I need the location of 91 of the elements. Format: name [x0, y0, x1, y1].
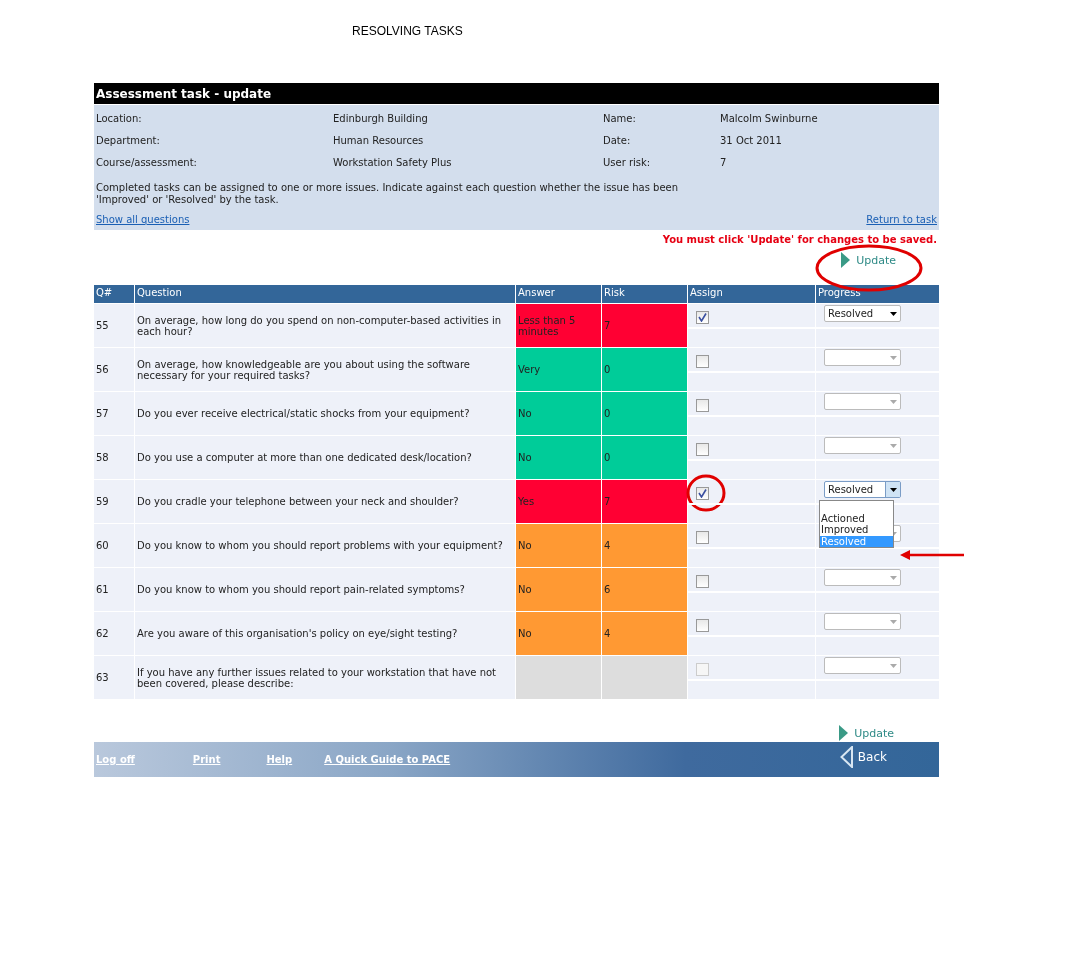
update-button[interactable]: Update — [841, 252, 896, 268]
question-text: Do you use a computer at more than one dedicated desk/location? — [135, 436, 515, 479]
progress-dropdown[interactable] — [824, 393, 901, 410]
progress-dropdown[interactable] — [824, 349, 901, 366]
question-text: On average, how knowledgeable are you about using the software necessary for your required tasks? — [135, 348, 515, 391]
caret-icon — [889, 619, 897, 624]
question-number: 57 — [94, 392, 134, 435]
risk-cell: 0 — [602, 392, 687, 435]
field-label: Name: — [603, 113, 636, 124]
checkbox[interactable] — [696, 399, 709, 412]
warning-text: You must click 'Update' for changes to be saved. — [662, 234, 937, 245]
caret-icon — [889, 311, 897, 316]
progress-dropdown[interactable] — [824, 613, 901, 630]
answer-cell: No — [516, 568, 601, 611]
column-header: Question — [135, 285, 515, 303]
answer-cell: Yes — [516, 480, 601, 523]
play-icon — [839, 725, 849, 741]
question-text: On average, how long do you spend on non-computer-based activities in each hour? — [135, 304, 515, 347]
return-to-task-link[interactable]: Return to task — [866, 214, 937, 225]
risk-cell: 7 — [602, 304, 687, 347]
dropdown-option[interactable]: Improved — [820, 524, 893, 536]
checkbox[interactable] — [696, 487, 709, 500]
question-number: 58 — [94, 436, 134, 479]
field-label: User risk: — [603, 157, 651, 168]
caret-icon — [889, 399, 897, 404]
checkbox[interactable] — [696, 575, 709, 588]
answer-cell: No — [516, 612, 601, 655]
caret-icon — [889, 355, 897, 360]
field-label: Course/assessment: — [96, 157, 197, 168]
question-number: 60 — [94, 524, 134, 567]
checkbox[interactable] — [696, 443, 709, 456]
field-label: Date: — [603, 135, 631, 146]
column-header: Q# — [94, 285, 134, 303]
answer-cell: No — [516, 392, 601, 435]
column-header: Assign — [688, 285, 815, 303]
play-icon — [841, 252, 851, 268]
question-number: 62 — [94, 612, 134, 655]
question-text: If you have any further issues related to your workstation that have not been covered, please describe: — [135, 656, 515, 699]
risk-cell: 4 — [602, 612, 687, 655]
question-text: Do you know to whom you should report problems with your equipment? — [135, 524, 515, 567]
question-text: Do you ever receive electrical/static shocks from your equipment? — [135, 392, 515, 435]
question-text: Are you aware of this organisation's policy on eye/sight testing? — [135, 612, 515, 655]
answer-cell: No — [516, 524, 601, 567]
slide-title: RESOLVING TASKS — [352, 24, 463, 38]
field-label: Location: — [96, 113, 142, 124]
field-value: Workstation Safety Plus — [333, 157, 452, 168]
caret-icon — [889, 575, 897, 580]
update-button[interactable]: Update — [839, 725, 894, 741]
checkbox[interactable] — [696, 619, 709, 632]
question-number: 56 — [94, 348, 134, 391]
back-arrow-icon — [839, 745, 854, 768]
caret-icon — [889, 487, 897, 492]
answer-cell: No — [516, 436, 601, 479]
panel-title: Assessment task - update — [94, 83, 939, 105]
field-value: 7 — [720, 157, 727, 168]
caret-icon — [889, 443, 897, 448]
footer-link[interactable]: A Quick Guide to PACE — [324, 754, 451, 765]
checkbox[interactable] — [696, 355, 709, 368]
risk-cell: 0 — [602, 348, 687, 391]
column-header: Progress — [816, 285, 939, 303]
question-number: 59 — [94, 480, 134, 523]
show-all-questions-link[interactable]: Show all questions — [96, 214, 190, 225]
progress-dropdown[interactable] — [824, 437, 901, 454]
progress-dropdown[interactable]: Resolved — [824, 305, 901, 322]
field-value: 31 Oct 2011 — [720, 135, 782, 146]
caret-icon — [889, 663, 897, 668]
risk-cell: 7 — [602, 480, 687, 523]
question-number: 61 — [94, 568, 134, 611]
back-button[interactable]: Back — [839, 745, 887, 768]
question-text: Do you know to whom you should report pain-related symptoms? — [135, 568, 515, 611]
risk-cell: 0 — [602, 436, 687, 479]
question-number: 55 — [94, 304, 134, 347]
column-header: Answer — [516, 285, 601, 303]
answer-cell: Very — [516, 348, 601, 391]
checkbox[interactable] — [696, 531, 709, 544]
question-number: 63 — [94, 656, 134, 699]
risk-cell: 4 — [602, 524, 687, 567]
checkbox[interactable] — [696, 311, 709, 324]
column-header: Risk — [602, 285, 687, 303]
field-value: Malcolm Swinburne — [720, 113, 818, 124]
dropdown-option[interactable]: Resolved — [820, 535, 893, 547]
instruction-text: Completed tasks can be assigned to one or more issues. Indicate against each question whether the issue has been 'Improved' or 'Resolved' by the task. — [96, 182, 680, 206]
progress-dropdown[interactable] — [824, 569, 901, 586]
field-value: Human Resources — [333, 135, 424, 146]
risk-cell: 6 — [602, 568, 687, 611]
field-label: Department: — [96, 135, 160, 146]
progress-dropdown[interactable]: Resolved — [824, 481, 901, 498]
dropdown-option[interactable]: Actioned — [820, 513, 893, 525]
question-text: Do you cradle your telephone between your neck and shoulder? — [135, 480, 515, 523]
field-value: Edinburgh Building — [333, 113, 428, 124]
answer-cell: Less than 5 minutes — [516, 304, 601, 347]
